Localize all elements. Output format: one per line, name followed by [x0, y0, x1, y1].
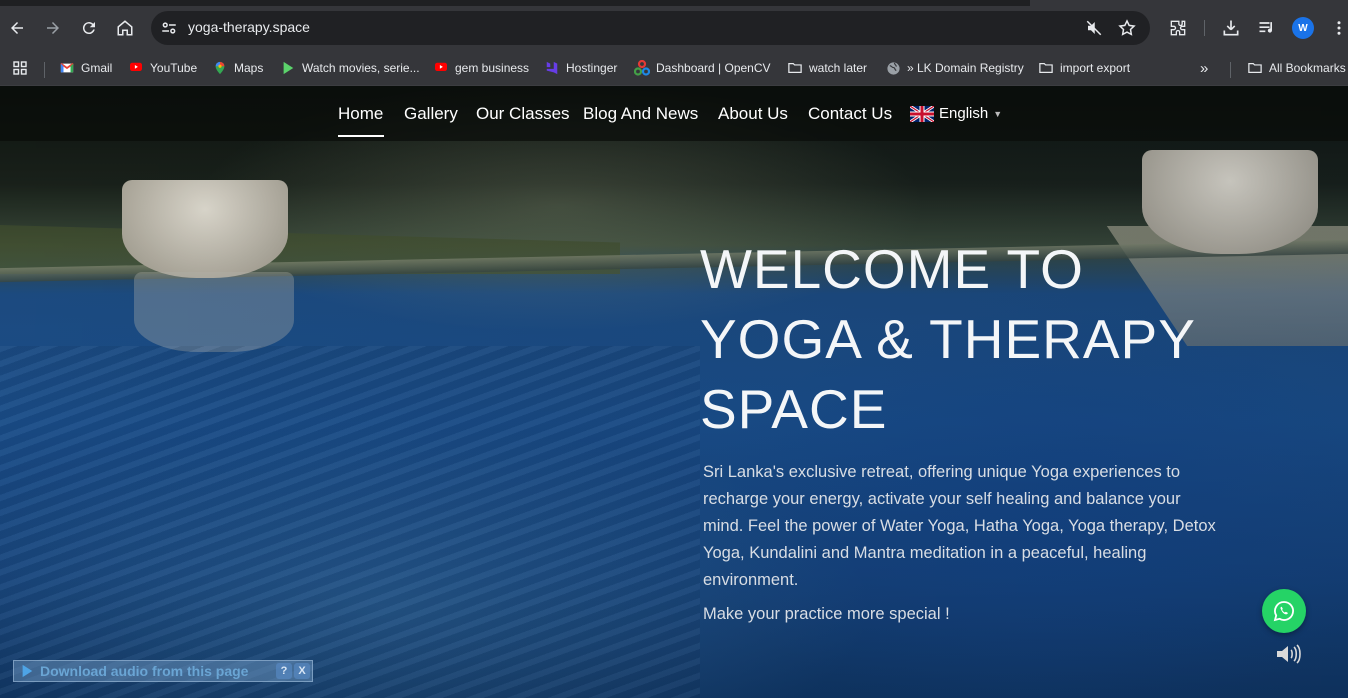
bookmark-lk-domain[interactable]: » LK Domain Registry [885, 57, 1024, 79]
help-icon[interactable]: ? [276, 663, 292, 679]
bookmark-star-icon[interactable] [1117, 18, 1137, 38]
speaker-icon [1277, 644, 1301, 664]
apps-button[interactable] [12, 57, 28, 79]
site-navigation: Home Gallery Our Classes Blog And News A… [0, 86, 1348, 141]
bookmark-gmail[interactable]: Gmail [59, 57, 112, 79]
nav-home[interactable]: Home [338, 104, 383, 124]
all-bookmarks-button[interactable]: All Bookmarks [1247, 57, 1346, 79]
bookmarks-overflow-button[interactable]: » [1200, 57, 1208, 79]
bookmark-label: gem business [455, 61, 530, 75]
url-text[interactable]: yoga-therapy.space [188, 19, 310, 35]
globe-icon [885, 60, 901, 76]
bookmark-youtube[interactable]: YouTube [128, 57, 197, 79]
bookmark-watch-later[interactable]: watch later [787, 57, 867, 79]
language-selector[interactable]: English ▼ [910, 105, 1002, 122]
language-label: English [939, 105, 989, 122]
profile-avatar[interactable]: W [1292, 17, 1314, 39]
audio-download-toolbar: Download audio from this page ? X [13, 660, 313, 682]
bookmark-label: Maps [234, 61, 264, 75]
hero-title-line: WELCOME TO [700, 238, 1084, 300]
maps-icon [212, 60, 228, 76]
bookmark-maps[interactable]: Maps [212, 57, 263, 79]
hero-title-line: SPACE [700, 378, 888, 440]
nav-our-classes[interactable]: Our Classes [476, 104, 570, 124]
bookmarks-divider [1230, 62, 1231, 78]
hero-description: Sri Lanka's exclusive retreat, offering … [703, 463, 1216, 589]
bookmarks-bar: Gmail YouTube Maps Watch movies, serie..… [0, 50, 1348, 86]
puzzle-icon [1170, 20, 1186, 36]
bookmark-gem-business[interactable]: gem business [433, 57, 529, 79]
bookmark-label: import export [1060, 61, 1131, 75]
reload-icon [82, 22, 95, 35]
bookmark-hostinger[interactable]: Hostinger [544, 57, 617, 79]
nav-gallery[interactable]: Gallery [404, 104, 458, 124]
site-info-icon[interactable] [160, 19, 178, 37]
more-vertical-icon [1337, 21, 1341, 35]
play-icon [280, 60, 296, 76]
playlist-icon [1259, 22, 1273, 33]
folder-icon [1038, 60, 1054, 76]
extensions-button[interactable] [1167, 17, 1189, 39]
bookmark-import-export[interactable]: import export [1038, 57, 1130, 79]
youtube-icon [433, 60, 449, 76]
hero-title: WELCOME TO YOGA & THERAPY SPACE [700, 234, 1260, 444]
uk-flag-icon [910, 105, 934, 122]
hero-tagline: Make your practice more special ! [703, 605, 950, 623]
address-bar[interactable]: yoga-therapy.space [151, 11, 1150, 45]
downloads-button[interactable] [1220, 17, 1242, 39]
sound-toggle-button[interactable] [1274, 642, 1302, 666]
all-bookmarks-label: All Bookmarks [1269, 61, 1346, 75]
bookmark-label: Dashboard | OpenCV [656, 61, 771, 75]
arrow-right-icon [47, 22, 59, 34]
tab-muted-icon[interactable] [1085, 19, 1103, 37]
page-viewport: Home Gallery Our Classes Blog And News A… [0, 86, 1348, 698]
bookmark-label: Hostinger [566, 61, 618, 75]
bookmark-label: Watch movies, serie... [302, 61, 420, 75]
bookmark-watch-movies[interactable]: Watch movies, serie... [280, 57, 420, 79]
bookmark-label: » LK Domain Registry [907, 61, 1024, 75]
gmail-icon [59, 60, 75, 76]
bookmarks-divider [44, 62, 45, 78]
whatsapp-chat-button[interactable] [1262, 589, 1306, 633]
media-control-button[interactable] [1256, 17, 1278, 39]
hero-title-line: YOGA & THERAPY [700, 308, 1196, 370]
whatsapp-icon [1273, 601, 1294, 622]
close-icon[interactable]: X [294, 663, 310, 679]
back-button[interactable] [3, 14, 31, 42]
reload-button[interactable] [75, 14, 103, 42]
browser-toolbar: yoga-therapy.space W [0, 6, 1348, 50]
apps-grid-icon [12, 60, 28, 76]
chevron-down-icon: ▼ [993, 108, 1003, 119]
bookmark-label: Gmail [81, 61, 113, 75]
home-button[interactable] [111, 14, 139, 42]
bookmark-opencv[interactable]: Dashboard | OpenCV [634, 57, 771, 79]
opencv-icon [634, 60, 650, 76]
toolbar-divider [1204, 20, 1205, 36]
nav-blog-and-news[interactable]: Blog And News [583, 104, 698, 124]
nav-contact-us[interactable]: Contact Us [808, 104, 892, 124]
forward-button[interactable] [39, 14, 67, 42]
nav-active-indicator [338, 135, 384, 137]
arrow-left-icon [11, 22, 23, 34]
nav-about-us[interactable]: About Us [718, 104, 788, 124]
play-icon[interactable] [14, 661, 40, 681]
bookmark-label: watch later [809, 61, 868, 75]
audio-download-link[interactable]: Download audio from this page [40, 663, 276, 679]
home-icon [117, 20, 133, 36]
folder-icon [1247, 60, 1263, 76]
bookmark-label: YouTube [150, 61, 198, 75]
hostinger-icon [544, 60, 560, 76]
download-icon [1223, 20, 1239, 36]
folder-icon [787, 60, 803, 76]
browser-menu-button[interactable] [1328, 17, 1348, 39]
youtube-icon [128, 60, 144, 76]
